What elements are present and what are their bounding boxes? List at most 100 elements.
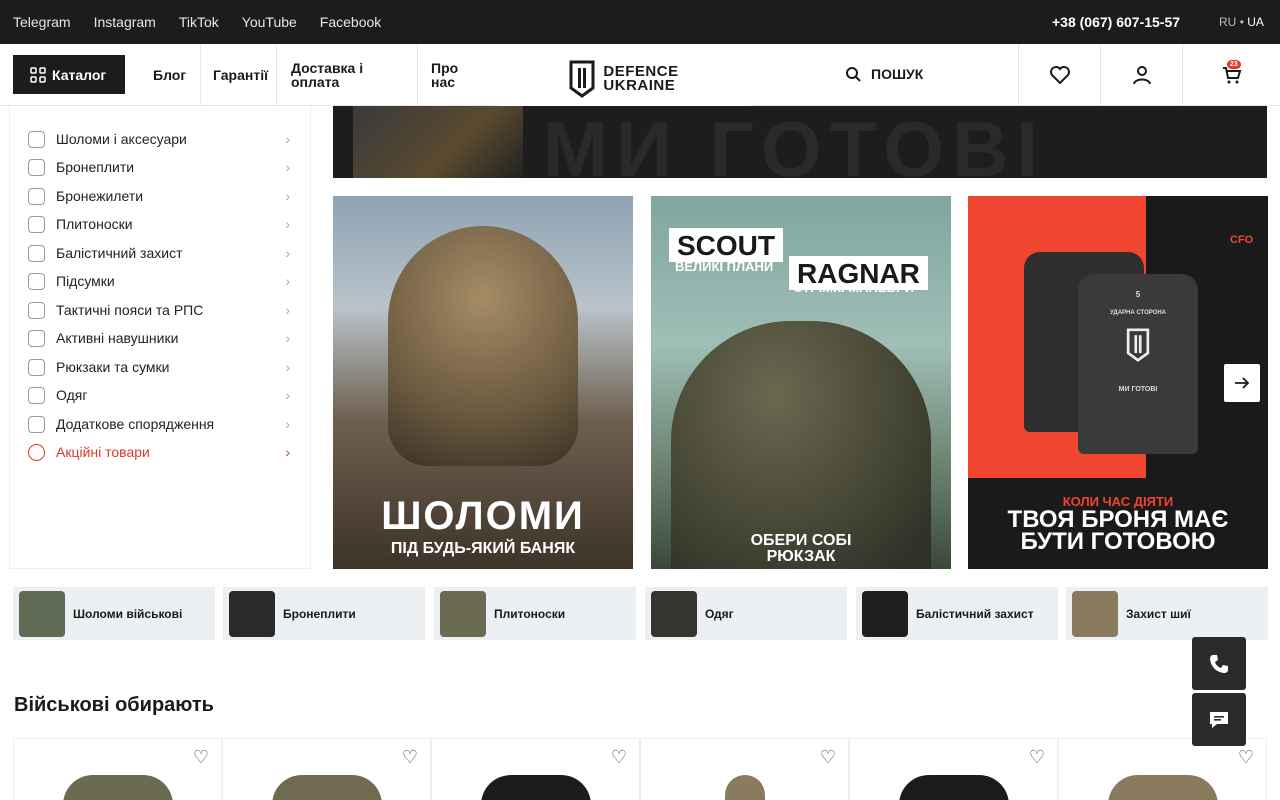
social-link-facebook[interactable]: Facebook <box>320 14 381 30</box>
chevron-right-icon: › <box>285 330 290 346</box>
product-card[interactable]: ♡ <box>222 738 431 800</box>
product-image <box>724 775 765 800</box>
banner-cfo-label: CFO <box>1230 234 1254 246</box>
helmet-icon <box>28 130 45 148</box>
promo-banner-helmets[interactable]: ШОЛОМИ ПІД БУДЬ-ЯКИЙ БАНЯК <box>333 196 633 569</box>
sidebar-item-label: Шоломи і аксесуари <box>56 131 187 147</box>
product-card[interactable]: ♡ <box>1058 738 1267 800</box>
product-card[interactable]: ♡ <box>849 738 1058 800</box>
category-thumb <box>229 590 275 637</box>
cart-button[interactable]: 23 <box>1182 44 1280 106</box>
banner-title: ШОЛОМИ <box>381 494 585 538</box>
category-tile-helmets[interactable]: Шоломи військові <box>13 587 215 640</box>
catalog-button[interactable]: Каталог <box>13 55 125 94</box>
nav-delivery[interactable]: Доставка і оплата <box>277 44 418 106</box>
phone-link[interactable]: +38 (067) 607-15-57 <box>1052 14 1180 30</box>
call-button[interactable] <box>1192 637 1246 690</box>
chevron-right-icon: › <box>285 273 290 289</box>
product-image <box>62 775 173 800</box>
sidebar-item-carriers[interactable]: Плитоноски › <box>28 214 290 234</box>
sidebar-item-helmets[interactable]: Шоломи і аксесуари › <box>28 129 290 149</box>
category-tile-clothing[interactable]: Одяг <box>645 587 847 640</box>
promo-banner-backpacks[interactable]: SCOUT ВЕЛИКІ ПЛАНИ RAGNAR СТРІМКІ МАНЕВР… <box>651 196 951 569</box>
category-tile-carriers[interactable]: Плитоноски <box>434 587 636 640</box>
shield-logo-icon <box>569 60 595 98</box>
catalog-sidebar: Шоломи і аксесуари › Бронеплити › Бронежил… <box>9 106 311 569</box>
social-link-tiktok[interactable]: TikTok <box>179 14 219 30</box>
hero-banner-strip[interactable]: МИ ГОТОВІ <box>333 106 1267 178</box>
promo-banner-plates[interactable]: CFO 5 УДАРНА СТОРОНА МИ ГОТОВІ КОЛИ ЧАС … <box>968 196 1268 569</box>
chevron-right-icon: › <box>285 444 290 460</box>
site-logo[interactable]: DEFENCE UKRAINE <box>496 44 752 114</box>
heart-icon[interactable]: ♡ <box>820 747 836 768</box>
account-button[interactable] <box>1100 44 1182 106</box>
banner-title: ТВОЯ БРОНЯ МАЄ БУТИ ГОТОВОЮ <box>968 508 1268 555</box>
lang-ru[interactable]: RU <box>1219 15 1236 29</box>
category-thumb <box>19 590 65 637</box>
sidebar-item-vests[interactable]: Бронежилети › <box>28 186 290 206</box>
banner-brand-scout: SCOUT <box>669 228 783 262</box>
sidebar-item-belts[interactable]: Тактичні пояси та РПС › <box>28 300 290 320</box>
nav-about[interactable]: Про нас <box>417 44 497 106</box>
chat-icon <box>1210 711 1228 728</box>
heart-icon[interactable]: ♡ <box>1029 747 1045 768</box>
sidebar-item-label: Бронежилети <box>56 188 144 204</box>
sidebar-item-backpacks[interactable]: Рюкзаки та сумки › <box>28 357 290 377</box>
heart-icon[interactable]: ♡ <box>402 747 418 768</box>
nav-guarantees[interactable]: Гарантії <box>199 44 277 106</box>
belt-icon <box>28 301 45 319</box>
social-link-youtube[interactable]: YouTube <box>242 14 297 30</box>
sidebar-item-label: Підсумки <box>56 273 115 289</box>
sidebar-item-headphones[interactable]: Активні навушники › <box>28 328 290 348</box>
nav-blog[interactable]: Блог <box>139 44 201 106</box>
sidebar-item-pouches[interactable]: Підсумки › <box>28 271 290 291</box>
social-link-telegram[interactable]: Telegram <box>13 14 71 30</box>
category-tile-ballistic[interactable]: Балістичний захист <box>856 587 1058 640</box>
sidebar-item-plates[interactable]: Бронеплити › <box>28 157 290 177</box>
heart-icon[interactable]: ♡ <box>193 747 209 768</box>
armor-plate-icon <box>28 158 45 176</box>
heart-icon[interactable]: ♡ <box>1238 747 1254 768</box>
chat-button[interactable] <box>1192 693 1246 746</box>
sidebar-item-label: Бронеплити <box>56 159 135 175</box>
headphones-icon <box>28 329 45 347</box>
product-card[interactable]: ♡ <box>13 738 222 800</box>
lang-separator: • <box>1239 15 1244 29</box>
percent-icon <box>28 443 45 461</box>
plate-slogan: МИ ГОТОВІ <box>1118 386 1158 393</box>
helmet-photo <box>388 226 578 466</box>
sidebar-item-label: Балістичний захист <box>56 245 183 261</box>
sidebar-item-label: Акційні товари <box>56 444 150 460</box>
product-image <box>480 775 591 800</box>
chevron-right-icon: › <box>285 159 290 175</box>
sidebar-item-label: Додаткове спорядження <box>56 416 215 432</box>
category-label: Плитоноски <box>494 606 566 621</box>
category-tile-neck[interactable]: Захист шиї <box>1066 587 1268 640</box>
sidebar-item-label: Тактичні пояси та РПС <box>56 302 204 318</box>
sidebar-item-equipment[interactable]: Додаткове спорядження › <box>28 414 290 434</box>
lang-ua[interactable]: UA <box>1247 15 1264 29</box>
arrow-right-icon <box>1235 377 1250 389</box>
chevron-right-icon: › <box>285 131 290 147</box>
search-icon <box>846 67 861 82</box>
search-trigger[interactable]: ПОШУК <box>845 66 923 82</box>
pouch-icon <box>28 272 45 290</box>
category-label: Шоломи військові <box>73 606 183 621</box>
wishlist-button[interactable] <box>1018 44 1100 106</box>
banner-cta-line-1: ОБЕРИ СОБІ <box>750 532 852 549</box>
plate-strike-side: УДАРНА СТОРОНА <box>1110 310 1166 316</box>
social-link-instagram[interactable]: Instagram <box>94 14 156 30</box>
banner-ragnar-sub: СТРІМКІ МАНЕВРИ <box>793 280 914 295</box>
carousel-next-button[interactable] <box>1224 364 1260 402</box>
social-links: Telegram Instagram TikTok YouTube Facebo… <box>13 0 404 44</box>
heart-icon[interactable]: ♡ <box>611 747 627 768</box>
sidebar-item-sale[interactable]: Акційні товари › <box>28 442 290 462</box>
backpack-icon <box>28 358 45 376</box>
product-card[interactable]: ♡ <box>640 738 849 800</box>
sidebar-item-ballistic[interactable]: Балістичний захист › <box>28 243 290 263</box>
product-card[interactable]: ♡ <box>431 738 640 800</box>
sidebar-item-label: Плитоноски <box>56 216 133 232</box>
sidebar-item-clothing[interactable]: Одяг › <box>28 385 290 405</box>
category-tile-plates[interactable]: Бронеплити <box>223 587 425 640</box>
banner-title-line-2: БУТИ ГОТОВОЮ <box>1020 528 1216 555</box>
